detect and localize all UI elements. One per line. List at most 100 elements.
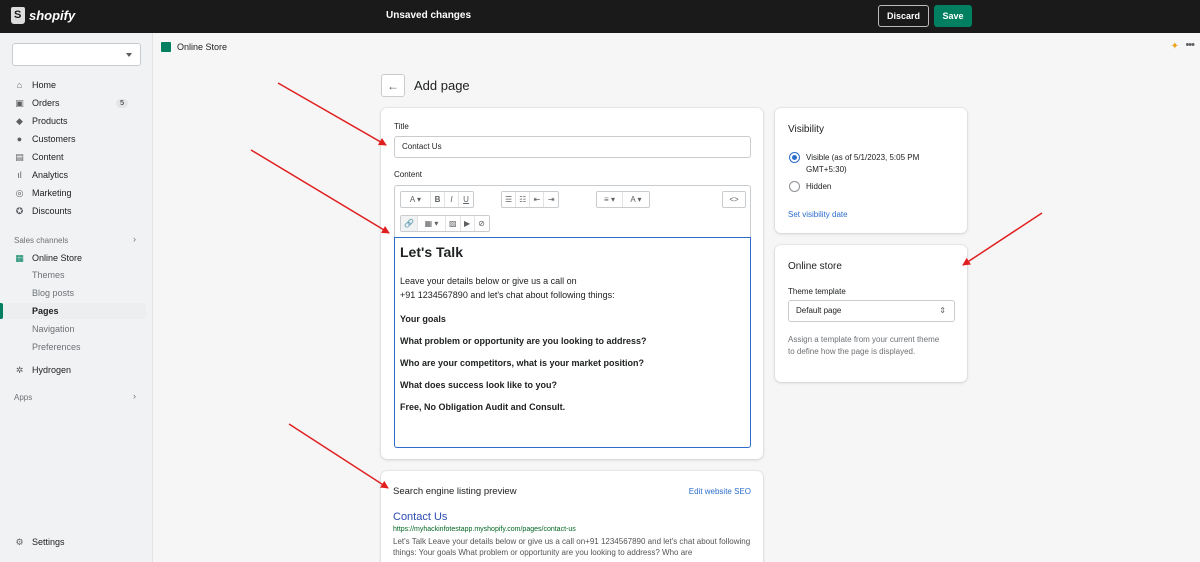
visibility-card: Visibility Visible (as of 5/1/2023, 5:05… [775, 108, 967, 233]
show-html-icon[interactable]: <> [723, 192, 745, 207]
sidebar-sub-navigation[interactable]: Navigation [32, 324, 75, 334]
shopify-logo[interactable]: shopify [11, 7, 75, 24]
pin-icon[interactable]: ✦ [1171, 41, 1179, 52]
orders-count-badge: 5 [116, 98, 128, 108]
unsaved-changes-label: Unsaved changes [386, 10, 472, 21]
breadcrumb: Online Store ✦ ••• [153, 33, 1200, 61]
home-icon: ⌂ [16, 80, 23, 90]
sidebar-item-discounts[interactable]: ✪ Discounts [14, 204, 142, 218]
sales-channels-label: Sales channels [14, 236, 69, 245]
editor-intro: Leave your details below or give us a ca… [400, 276, 615, 300]
breadcrumb-online-store[interactable]: Online Store [177, 42, 227, 52]
sidebar-item-settings[interactable]: ⚙ Settings [14, 535, 142, 549]
hidden-radio[interactable] [789, 181, 800, 192]
sidebar-item-marketing[interactable]: ◎ Marketing [14, 186, 142, 200]
editor-question-3: What does success look like to you? [400, 380, 558, 390]
html-group: <> [722, 191, 746, 208]
bar-chart-icon: ıl [17, 170, 22, 180]
seo-preview-description: Let's Talk Leave your details below or g… [393, 537, 751, 557]
bullet-list-icon[interactable]: ☰ [502, 192, 517, 207]
arrow-to-online-store [962, 212, 1043, 266]
arrow-left-icon: ← [387, 78, 399, 93]
underline-button[interactable]: U [459, 192, 473, 207]
sidebar-item-hydrogen[interactable]: ✲ Hydrogen [14, 363, 142, 377]
chevron-right-icon[interactable]: › [133, 234, 136, 244]
link-icon[interactable]: 🔗 [401, 216, 418, 231]
store-selector[interactable] [12, 43, 141, 66]
editor-toolbar: A ▾ B I U ☰ ☷ ⇤ ⇥ ≡ ▾ A ▾ <> 🔗 ▦ ▾ ▨ ▶ ⊘ [394, 185, 751, 237]
content-editor[interactable]: Let's Talk Leave your details below or g… [394, 237, 751, 448]
outdent-icon[interactable]: ⇤ [530, 192, 545, 207]
visible-radio-label: Visible (as of 5/1/2023, 5:05 PM GMT+5:3… [806, 153, 920, 174]
hidden-radio-label: Hidden [806, 182, 832, 191]
text-color-dropdown[interactable]: A ▾ [623, 192, 649, 207]
visibility-heading: Visibility [788, 124, 824, 135]
person-icon: ● [16, 134, 23, 144]
arrow-to-seo [288, 423, 389, 489]
numbered-list-icon[interactable]: ☷ [516, 192, 531, 207]
bold-button[interactable]: B [431, 192, 445, 207]
sidebar-item-online-store[interactable]: ▦ Online Store [14, 251, 142, 265]
seo-preview-card: Search engine listing preview Edit websi… [381, 471, 763, 562]
seo-preview-url: https://myhackinfotestapp.myshopify.com/… [393, 526, 576, 533]
sidebar-item-orders[interactable]: ▣ Orders 5 [14, 96, 142, 110]
online-store-card: Online store Theme template Default page… [775, 245, 967, 382]
content-icon: ▤ [15, 151, 24, 162]
editor-heading: Let's Talk [400, 244, 463, 260]
sidebar-sub-preferences[interactable]: Preferences [32, 342, 81, 352]
sidebar-item-home[interactable]: ⌂ Home [14, 78, 142, 92]
clear-format-icon[interactable]: ⊘ [475, 216, 489, 231]
format-group: A ▾ B I U [400, 191, 474, 208]
theme-template-select[interactable]: Default page ⇕ [788, 300, 955, 322]
back-button[interactable]: ← [381, 74, 405, 97]
page-title: Add page [414, 78, 470, 93]
arrow-to-title [277, 82, 387, 146]
chevron-down-icon [126, 53, 132, 57]
gear-icon: ⚙ [15, 536, 24, 547]
align-dropdown[interactable]: ≡ ▾ [597, 192, 623, 207]
discard-button[interactable]: Discard [878, 5, 929, 27]
select-arrows-icon: ⇕ [939, 306, 946, 315]
target-icon: ◎ [15, 187, 24, 198]
arrow-to-content [250, 149, 390, 234]
title-input[interactable]: Contact Us [394, 136, 751, 158]
visible-radio[interactable] [789, 152, 800, 163]
sidebar-item-customers[interactable]: ● Customers [14, 132, 142, 146]
store-icon: ▦ [15, 252, 24, 263]
apps-chevron-right-icon[interactable]: › [133, 391, 136, 401]
logo-text: shopify [29, 8, 76, 23]
tag-icon: ◆ [16, 115, 23, 126]
seo-heading: Search engine listing preview [393, 486, 517, 497]
sidebar: ⌂ Home ▣ Orders 5 ◆ Products ● Customers ▤ Con… [0, 33, 153, 562]
image-icon[interactable]: ▨ [446, 216, 461, 231]
text-format-dropdown[interactable]: A ▾ [401, 192, 431, 207]
sidebar-sub-themes[interactable]: Themes [32, 270, 65, 280]
table-dropdown[interactable]: ▦ ▾ [418, 216, 446, 231]
set-visibility-date-link[interactable]: Set visibility date [788, 210, 848, 219]
orders-icon: ▣ [15, 97, 24, 108]
hydrogen-icon: ✲ [15, 364, 24, 375]
sidebar-sub-pages[interactable]: Pages [32, 306, 59, 316]
list-group: ☰ ☷ ⇤ ⇥ [501, 191, 560, 208]
active-item-background [3, 303, 146, 319]
online-store-icon [161, 42, 171, 52]
indent-icon[interactable]: ⇥ [544, 192, 558, 207]
more-horizontal-icon[interactable]: ••• [1185, 39, 1195, 51]
save-button[interactable]: Save [934, 5, 972, 27]
theme-template-label: Theme template [788, 287, 846, 296]
sidebar-item-products[interactable]: ◆ Products [14, 114, 142, 128]
video-icon[interactable]: ▶ [461, 216, 475, 231]
editor-question-2: Who are your competitors, what is your m… [400, 358, 645, 368]
active-item-indicator [0, 303, 3, 319]
title-label: Title [394, 122, 409, 131]
apps-label: Apps [14, 393, 33, 402]
content-label: Content [394, 170, 423, 179]
sidebar-item-content[interactable]: ▤ Content [14, 150, 142, 164]
editor-question-1: What problem or opportunity are you look… [400, 336, 647, 346]
edit-seo-link[interactable]: Edit website SEO [689, 487, 751, 496]
page-content-card: Title Contact Us Content A ▾ B I U ☰ ☷ ⇤… [381, 108, 763, 459]
sidebar-item-analytics[interactable]: ıl Analytics [14, 168, 142, 182]
sidebar-sub-blog-posts[interactable]: Blog posts [32, 288, 74, 298]
italic-button[interactable]: I [445, 192, 459, 207]
shopify-bag-icon [11, 7, 25, 24]
